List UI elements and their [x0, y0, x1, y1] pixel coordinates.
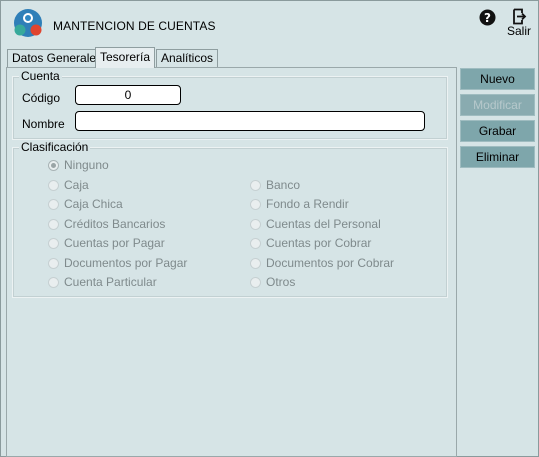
radio-label: Cuenta Particular [64, 275, 157, 289]
side-divider [456, 67, 457, 457]
radio-otros[interactable]: Otros [250, 274, 295, 290]
radio-documentos-por-pagar[interactable]: Documentos por Pagar [48, 255, 187, 271]
tab-analiticos[interactable]: Analíticos [156, 49, 219, 67]
eliminar-button[interactable]: Eliminar [460, 146, 535, 168]
radio-dot [48, 257, 59, 269]
radio-dot [250, 218, 261, 230]
radio-label: Cuentas por Pagar [64, 236, 165, 250]
radio-dot [48, 198, 59, 210]
radio-documentos-por-cobrar[interactable]: Documentos por Cobrar [250, 255, 394, 271]
radio-cuentas-por-cobrar[interactable]: Cuentas por Cobrar [250, 235, 371, 251]
radio-label: Caja Chica [64, 197, 123, 211]
nombre-label: Nombre [22, 117, 65, 131]
radio-dot [250, 276, 261, 288]
page-title: MANTENCION DE CUENTAS [53, 19, 216, 33]
radio-dot [250, 237, 261, 249]
tab-datos-generales[interactable]: Datos Generales [7, 49, 108, 67]
radio-caja[interactable]: Caja [48, 177, 89, 193]
header: MANTENCION DE CUENTAS ? Salir [0, 0, 539, 46]
radio-label: Documentos por Pagar [64, 256, 188, 270]
radio-label: Ninguno [64, 158, 109, 172]
codigo-label: Código [22, 91, 61, 105]
grabar-button[interactable]: Grabar [460, 120, 535, 142]
tab-tesoreria[interactable]: Tesorería [95, 47, 156, 68]
radio-label: Cuentas por Cobrar [266, 236, 372, 250]
exit-label: Salir [506, 24, 531, 38]
clasificacion-group: Clasificación Ninguno Caja Banco Caja Ch… [12, 140, 448, 298]
radio-cuenta-particular[interactable]: Cuenta Particular [48, 274, 157, 290]
radio-label: Banco [266, 178, 301, 192]
svg-text:?: ? [484, 11, 491, 25]
tab-panel: Cuenta Código Nombre Clasificación Ningu… [6, 67, 457, 457]
radio-creditos-bancarios[interactable]: Créditos Bancarios [48, 216, 165, 232]
modificar-button[interactable]: Modificar [460, 94, 535, 116]
exit-button[interactable]: Salir [505, 8, 533, 40]
radio-cuentas-por-pagar[interactable]: Cuentas por Pagar [48, 235, 165, 251]
clasificacion-legend: Clasificación [19, 140, 91, 154]
radio-cuentas-del-personal[interactable]: Cuentas del Personal [250, 216, 381, 232]
radio-dot [250, 198, 261, 210]
radio-fondo-a-rendir[interactable]: Fondo a Rendir [250, 196, 349, 212]
radio-banco[interactable]: Banco [250, 177, 300, 193]
exit-door-icon [513, 8, 527, 25]
radio-label: Otros [266, 275, 296, 289]
codigo-input[interactable] [75, 85, 181, 105]
help-icon[interactable]: ? [479, 9, 496, 26]
radio-label: Créditos Bancarios [64, 217, 166, 231]
radio-dot [48, 159, 59, 171]
nombre-input[interactable] [75, 111, 425, 131]
radio-dot [250, 179, 261, 191]
radio-dot [48, 218, 59, 230]
app-logo-icon [14, 9, 42, 37]
cuenta-legend: Cuenta [19, 69, 62, 83]
radio-dot [48, 276, 59, 288]
nuevo-button[interactable]: Nuevo [460, 68, 535, 90]
radio-label: Caja [64, 178, 89, 192]
radio-dot [48, 237, 59, 249]
radio-caja-chica[interactable]: Caja Chica [48, 196, 123, 212]
radio-label: Cuentas del Personal [266, 217, 381, 231]
cuenta-group: Cuenta Código Nombre [12, 69, 448, 140]
radio-label: Documentos por Cobrar [266, 256, 395, 270]
radio-label: Fondo a Rendir [266, 197, 349, 211]
radio-dot [250, 257, 261, 269]
radio-ninguno[interactable]: Ninguno [48, 157, 109, 173]
radio-dot [48, 179, 59, 191]
